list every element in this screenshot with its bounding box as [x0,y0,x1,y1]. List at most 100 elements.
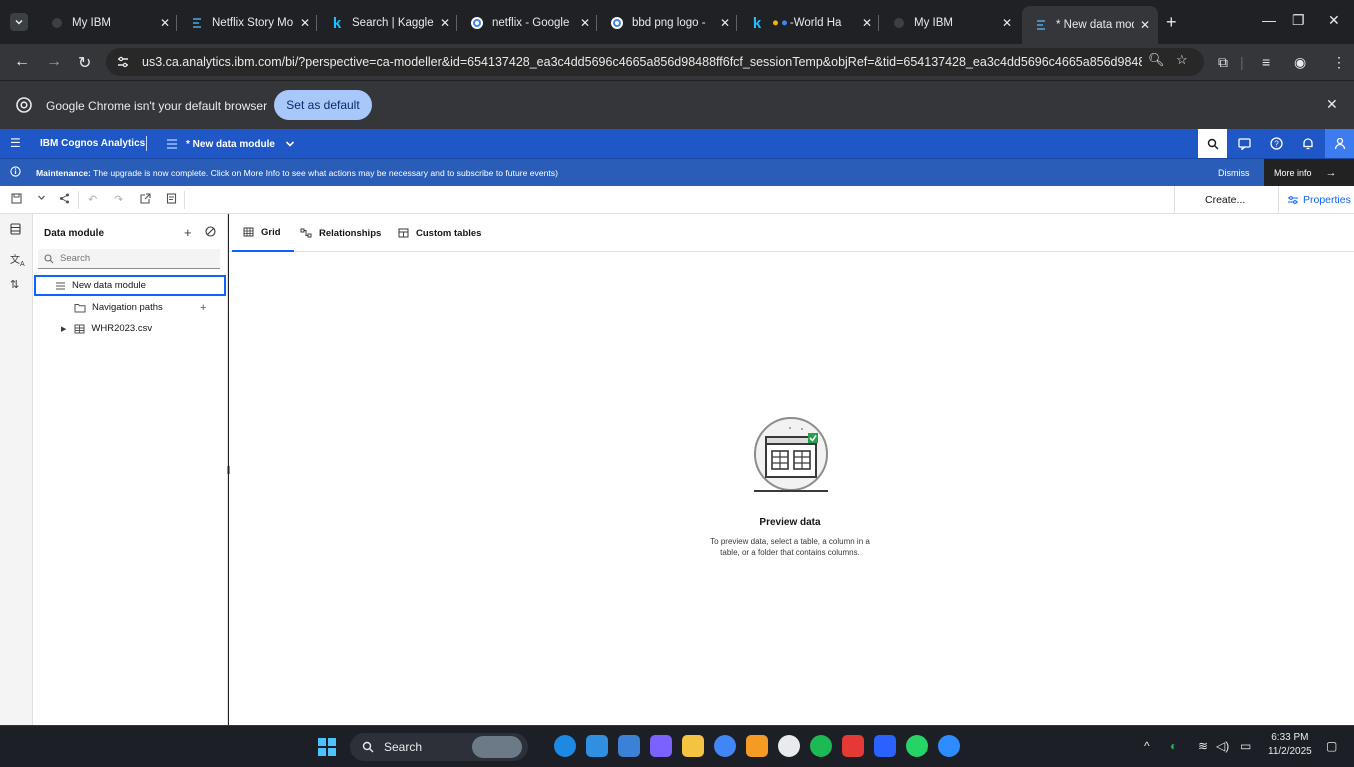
more-info-button[interactable]: More info → [1264,159,1354,186]
share-icon[interactable] [59,193,70,204]
chatgpt-icon[interactable] [778,735,800,757]
close-icon[interactable]: ✕ [1140,18,1150,32]
save-menu-chevron-icon[interactable] [37,193,46,202]
save-icon[interactable] [11,193,22,204]
zoom-app-icon[interactable] [938,735,960,757]
tray-app-icon[interactable]: ◐ [1170,739,1177,753]
add-sources-icon[interactable]: + [184,225,192,240]
tab-grid[interactable]: Grid [232,214,294,252]
user-avatar-icon[interactable] [1325,129,1354,158]
address-bar[interactable]: us3.ca.analytics.ibm.com/bi/?perspective… [106,48,1204,76]
wifi-icon[interactable]: ≋ [1198,739,1208,753]
browser-tab-world-happiness[interactable]: k ● ● -World Ha ✕ [738,8,880,38]
forward-button[interactable]: → [46,53,62,71]
dismiss-button[interactable]: Dismiss [1218,168,1250,178]
new-tab-button[interactable]: + [1166,12,1177,33]
tree-search-input[interactable] [60,253,210,264]
cognos-favicon-icon [190,16,204,30]
spotify-icon[interactable] [810,735,832,757]
notifications-icon[interactable] [1293,129,1322,158]
data-sources-icon[interactable] [10,223,21,235]
browser-tab-myibm-2[interactable]: My IBM ✕ [880,8,1020,38]
profile-avatar-icon[interactable]: ◉ [1294,54,1306,71]
translate-icon[interactable]: 文A [10,251,25,268]
close-icon[interactable]: ✕ [1002,16,1012,30]
browser-tab-google-netflix[interactable]: netflix - Google ✕ [458,8,598,38]
blender-icon[interactable] [746,735,768,757]
filter-icon[interactable] [205,226,216,237]
redo-icon[interactable]: ↷ [114,193,123,206]
caret-right-icon[interactable]: ▶ [61,325,66,333]
browser-tab-myibm-1[interactable]: My IBM ✕ [38,8,178,38]
file-explorer-icon[interactable] [682,735,704,757]
add-navigation-path-icon[interactable]: + [200,302,206,314]
set-default-button[interactable]: Set as default [274,90,372,120]
close-icon[interactable]: ✕ [300,16,310,30]
undo-icon[interactable]: ↶ [88,193,97,206]
vscode-icon[interactable] [586,735,608,757]
windows-start-icon[interactable] [318,738,336,756]
browser-menu-icon[interactable]: ⋮ [1332,54,1346,71]
tree-item-new-data-module[interactable]: New data module [34,275,226,296]
close-icon[interactable]: ✕ [862,16,872,30]
whatsapp-icon[interactable] [906,735,928,757]
reading-list-icon[interactable]: ≡ [1262,54,1270,70]
chrome-taskbar-icon[interactable] [714,735,736,757]
create-button[interactable]: Create... [1174,186,1278,213]
tree-item-whr2023[interactable]: ▶ WHR2023.csv [33,318,228,339]
reload-button[interactable]: ↻ [78,53,91,73]
copilot-icon[interactable] [650,735,672,757]
close-icon[interactable]: ✕ [580,16,590,30]
tab-search-button[interactable] [10,13,28,31]
taskbar-clock[interactable]: 6:33 PM 11/2/2025 [1268,731,1312,759]
back-button[interactable]: ← [14,53,30,71]
browser-tab-google-bbd[interactable]: bbd png logo - ✕ [598,8,738,38]
browser-tab-new-data-module[interactable]: * New data mod ✕ [1022,6,1158,44]
close-icon[interactable]: ✕ [720,16,730,30]
close-icon[interactable]: ✕ [440,16,450,30]
hamburger-menu-icon[interactable]: ☰ [10,136,21,150]
window-close-button[interactable]: ✕ [1328,12,1340,29]
zoom-icon[interactable]: 🔍︎ [1148,52,1165,68]
minimize-button[interactable]: — [1262,12,1276,28]
browser-tab-kaggle[interactable]: k Search | Kaggle ✕ [318,8,458,38]
restore-button[interactable]: ❐ [1292,12,1305,29]
chevron-down-icon [285,141,294,147]
relink-icon[interactable] [140,193,151,204]
folder-icon [74,303,86,312]
chat-icon[interactable] [1230,129,1259,158]
module-name-dropdown[interactable]: * New data module [166,138,295,150]
bookmark-star-icon[interactable]: ☆ [1176,52,1188,68]
empty-state-title: Preview data [759,517,821,528]
tree-item-label: WHR2023.csv [91,323,153,334]
toolbar-divider [184,191,185,209]
sort-icon[interactable]: ⇅ [10,278,19,291]
main-area: Grid Relationships Custom tables Preview… [227,214,1354,725]
search-icon[interactable] [1198,129,1227,158]
chevron-down-icon [15,19,23,25]
validate-icon[interactable] [166,193,177,204]
media-player-icon[interactable] [842,735,864,757]
extensions-icon[interactable]: ⧉ [1218,54,1228,71]
help-icon[interactable]: ? [1262,129,1291,158]
tab-relationships[interactable]: Relationships [300,214,381,252]
tab-separator [736,15,737,31]
store-icon[interactable] [874,735,896,757]
panel-resize-handle[interactable] [227,466,230,474]
browser-tab-strip: My IBM ✕ Netflix Story Mo ✕ k Search | K… [0,0,1354,44]
battery-icon[interactable]: ▭ [1240,739,1251,753]
tab-custom-tables[interactable]: Custom tables [398,214,481,252]
properties-button[interactable]: Properties [1278,186,1354,213]
tray-chevron-up-icon[interactable]: ^ [1144,739,1150,753]
volume-icon[interactable]: ◁) [1216,739,1229,753]
tree-search[interactable] [38,249,220,269]
photos-icon[interactable] [618,735,640,757]
close-icon[interactable]: ✕ [160,16,170,30]
taskbar-search[interactable]: Search [350,733,528,761]
browser-tab-netflix-story[interactable]: Netflix Story Mo ✕ [178,8,318,38]
tab-title: My IBM [914,17,953,29]
infobar-close-icon[interactable]: ✕ [1326,96,1338,113]
tree-item-navigation-paths[interactable]: Navigation paths + [33,297,228,318]
edge-icon[interactable] [554,735,576,757]
notification-center-icon[interactable]: ▢ [1326,739,1337,753]
